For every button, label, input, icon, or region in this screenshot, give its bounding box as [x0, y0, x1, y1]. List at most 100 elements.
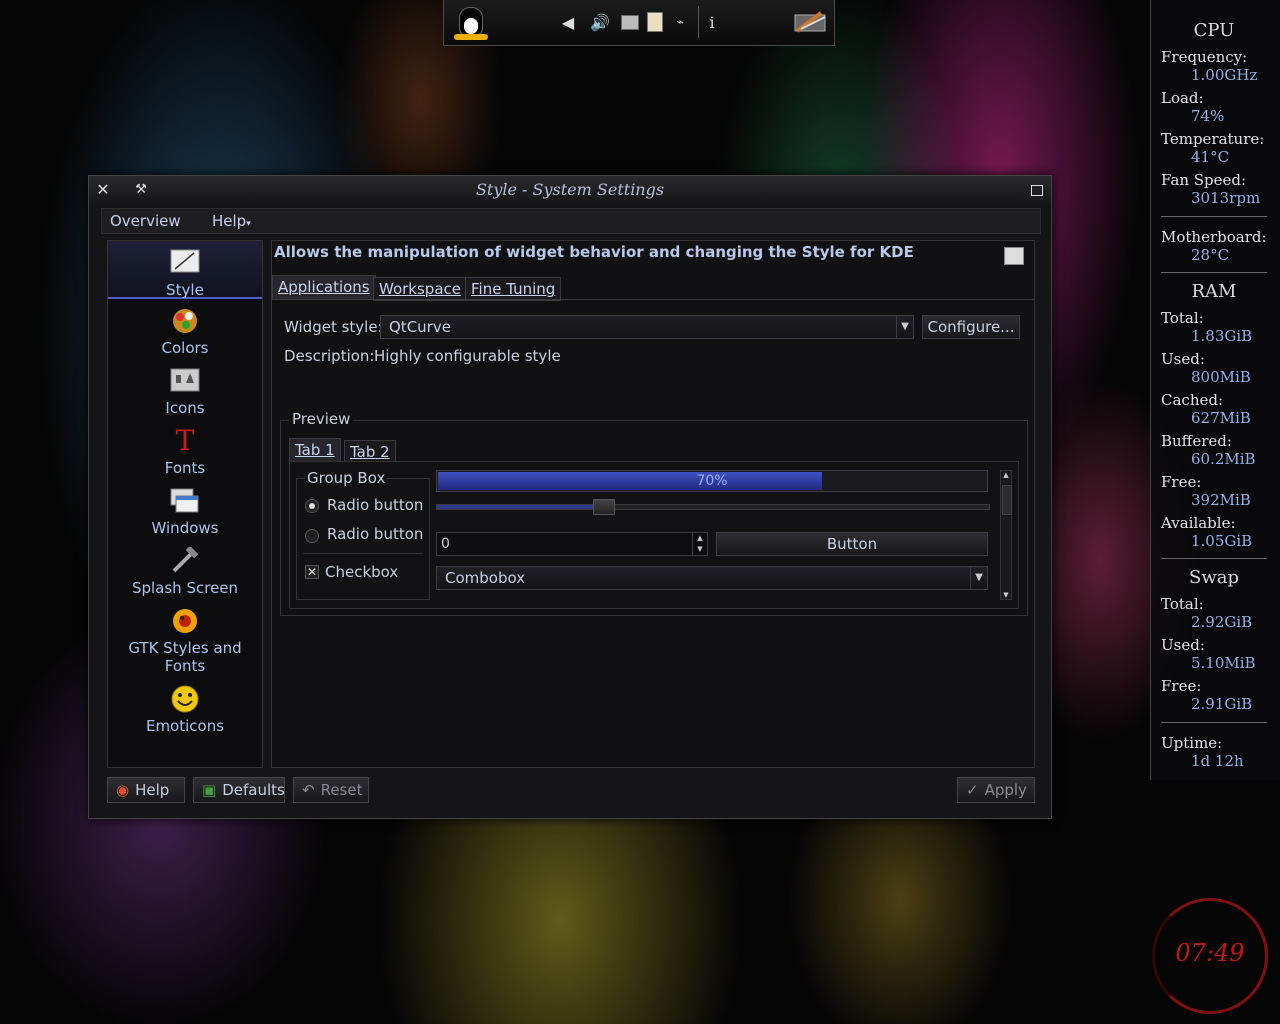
apply-button[interactable]: ✓ Apply	[957, 777, 1035, 803]
menubar: Overview Help▾	[101, 208, 1041, 234]
preview-group: Preview Tab 1 Tab 2 Group Box Radio butt…	[280, 410, 1028, 616]
panel-separator	[698, 6, 699, 38]
preview-group-box: Group Box Radio button Radio button ✕ Ch…	[296, 469, 430, 600]
system-settings-launcher-icon[interactable]	[790, 6, 830, 38]
system-settings-window: ✕ ⚒ Style - System Settings Overview Hel…	[88, 175, 1052, 819]
preview-combobox[interactable]: Combobox ▼	[436, 566, 988, 590]
sidebar-item-style[interactable]: Style	[108, 241, 262, 299]
device-icon[interactable]	[620, 6, 640, 38]
divider	[1161, 272, 1267, 273]
menu-help[interactable]: Help▾	[212, 212, 251, 230]
back-icon[interactable]: ◀	[558, 6, 578, 38]
preview-tab-panel: Group Box Radio button Radio button ✕ Ch…	[289, 461, 1019, 609]
top-panel: ◀ 🔊 ⌁ i	[443, 0, 835, 46]
tux-icon[interactable]	[454, 6, 488, 40]
preview-button[interactable]: Button	[716, 532, 988, 556]
clipboard-icon[interactable]	[644, 6, 666, 38]
radio-button-1-label: Radio button	[327, 496, 424, 514]
sidebar-item-label: Fonts	[164, 459, 206, 477]
tab-fine-tuning[interactable]: Fine Tuning	[465, 277, 562, 301]
frequency-label: Frequency:	[1161, 48, 1248, 66]
ram-used-label: Used:	[1161, 350, 1205, 368]
temperature-value: 41°C	[1191, 148, 1230, 166]
preview-tab-1[interactable]: Tab 1	[289, 438, 341, 462]
info-icon[interactable]: i	[702, 6, 722, 38]
tab-workspace[interactable]: Workspace	[373, 277, 467, 301]
swap-free-value: 2.91GiB	[1191, 695, 1253, 713]
sidebar-item-label: Colors	[161, 339, 209, 357]
sidebar-item-colors[interactable]: Colors	[108, 307, 262, 357]
swap-title: Swap	[1189, 567, 1239, 588]
vertical-scrollbar[interactable]: ▲ ▼	[1000, 470, 1012, 600]
help-icon: ◉	[116, 781, 130, 799]
spin-box[interactable]: 0 ▲ ▼	[436, 532, 708, 556]
ram-buffered-value: 60.2MiB	[1191, 450, 1256, 468]
preview-title: Preview	[289, 410, 354, 428]
system-monitor-panel: CPU Frequency: 1.00GHz Load: 74% Tempera…	[1150, 0, 1280, 780]
reset-icon: ↶	[302, 781, 315, 799]
apply-icon: ✓	[966, 781, 979, 799]
plug-icon[interactable]: ⌁	[672, 6, 688, 38]
sidebar: Style Colors Icons T Fonts Windows Splas…	[107, 240, 263, 768]
group-box-divider	[303, 553, 423, 554]
defaults-button-label: Defaults	[222, 781, 285, 799]
scroll-up-icon[interactable]: ▲	[1001, 471, 1011, 479]
sidebar-item-gtk[interactable]: GTK Styles and Fonts	[108, 607, 262, 675]
chevron-down-icon: ▾	[246, 219, 251, 229]
apply-button-label: Apply	[984, 781, 1027, 799]
defaults-icon: ▣	[202, 781, 217, 799]
menu-overview[interactable]: Overview	[110, 212, 181, 230]
radio-button-1[interactable]	[305, 499, 319, 513]
help-button[interactable]: ◉ Help	[107, 777, 185, 803]
sidebar-item-label: Style	[166, 281, 204, 299]
maximize-icon[interactable]	[1027, 180, 1047, 200]
sidebar-item-icons[interactable]: Icons	[108, 367, 262, 417]
volume-icon[interactable]: 🔊	[588, 6, 612, 38]
icons-icon	[170, 367, 200, 395]
chevron-down-icon: ▼	[970, 567, 987, 589]
spin-up-icon[interactable]: ▲	[692, 533, 707, 544]
window-title: Style - System Settings	[475, 180, 665, 199]
ram-total-value: 1.83GiB	[1191, 327, 1253, 345]
cpu-title: CPU	[1193, 20, 1235, 41]
sidebar-item-label: Windows	[151, 519, 219, 537]
defaults-button[interactable]: ▣ Defaults	[193, 777, 285, 803]
slider[interactable]	[436, 499, 990, 515]
clock-time: 07:49	[1175, 939, 1245, 967]
reset-button-label: Reset	[320, 781, 363, 799]
tab-applications[interactable]: Applications	[272, 275, 376, 299]
description-value: Highly configurable style	[374, 347, 561, 365]
divider	[1161, 558, 1267, 559]
reset-button[interactable]: ↶ Reset	[293, 777, 369, 803]
titlebar[interactable]: ✕ ⚒ Style - System Settings	[89, 176, 1051, 204]
ram-available-label: Available:	[1161, 514, 1236, 532]
slider-fill	[437, 505, 603, 509]
sidebar-item-emoticons[interactable]: Emoticons	[108, 685, 262, 735]
slider-handle[interactable]	[592, 499, 615, 515]
sidebar-item-splash-screen[interactable]: Splash Screen	[108, 545, 262, 597]
widget-style-combobox[interactable]: QtCurve ▼	[380, 315, 914, 339]
swap-total-label: Total:	[1161, 595, 1204, 613]
spin-down-icon[interactable]: ▼	[692, 544, 707, 555]
scroll-handle[interactable]	[1002, 485, 1012, 515]
progress-text: 70%	[696, 473, 728, 489]
swap-free-label: Free:	[1161, 677, 1202, 695]
motherboard-value: 28°C	[1191, 246, 1230, 264]
fan-speed-value: 3013rpm	[1191, 189, 1261, 207]
scroll-down-icon[interactable]: ▼	[1001, 591, 1011, 599]
configure-button[interactable]: Configure...	[922, 315, 1020, 339]
radio-button-2[interactable]	[305, 529, 319, 543]
divider	[1161, 216, 1267, 217]
swap-total-value: 2.92GiB	[1191, 613, 1253, 631]
ram-title: RAM	[1191, 281, 1237, 302]
fan-speed-label: Fan Speed:	[1161, 171, 1247, 189]
swap-used-value: 5.10MiB	[1191, 654, 1256, 672]
sidebar-item-windows[interactable]: Windows	[108, 487, 262, 537]
description-label: Description:	[284, 347, 375, 365]
content-panel: Allows the manipulation of widget behavi…	[271, 240, 1035, 768]
sidebar-item-fonts[interactable]: T Fonts	[108, 427, 262, 478]
checkbox[interactable]: ✕	[305, 565, 319, 579]
motherboard-label: Motherboard:	[1161, 228, 1267, 246]
frequency-value: 1.00GHz	[1191, 66, 1258, 84]
windows-icon	[170, 487, 200, 515]
